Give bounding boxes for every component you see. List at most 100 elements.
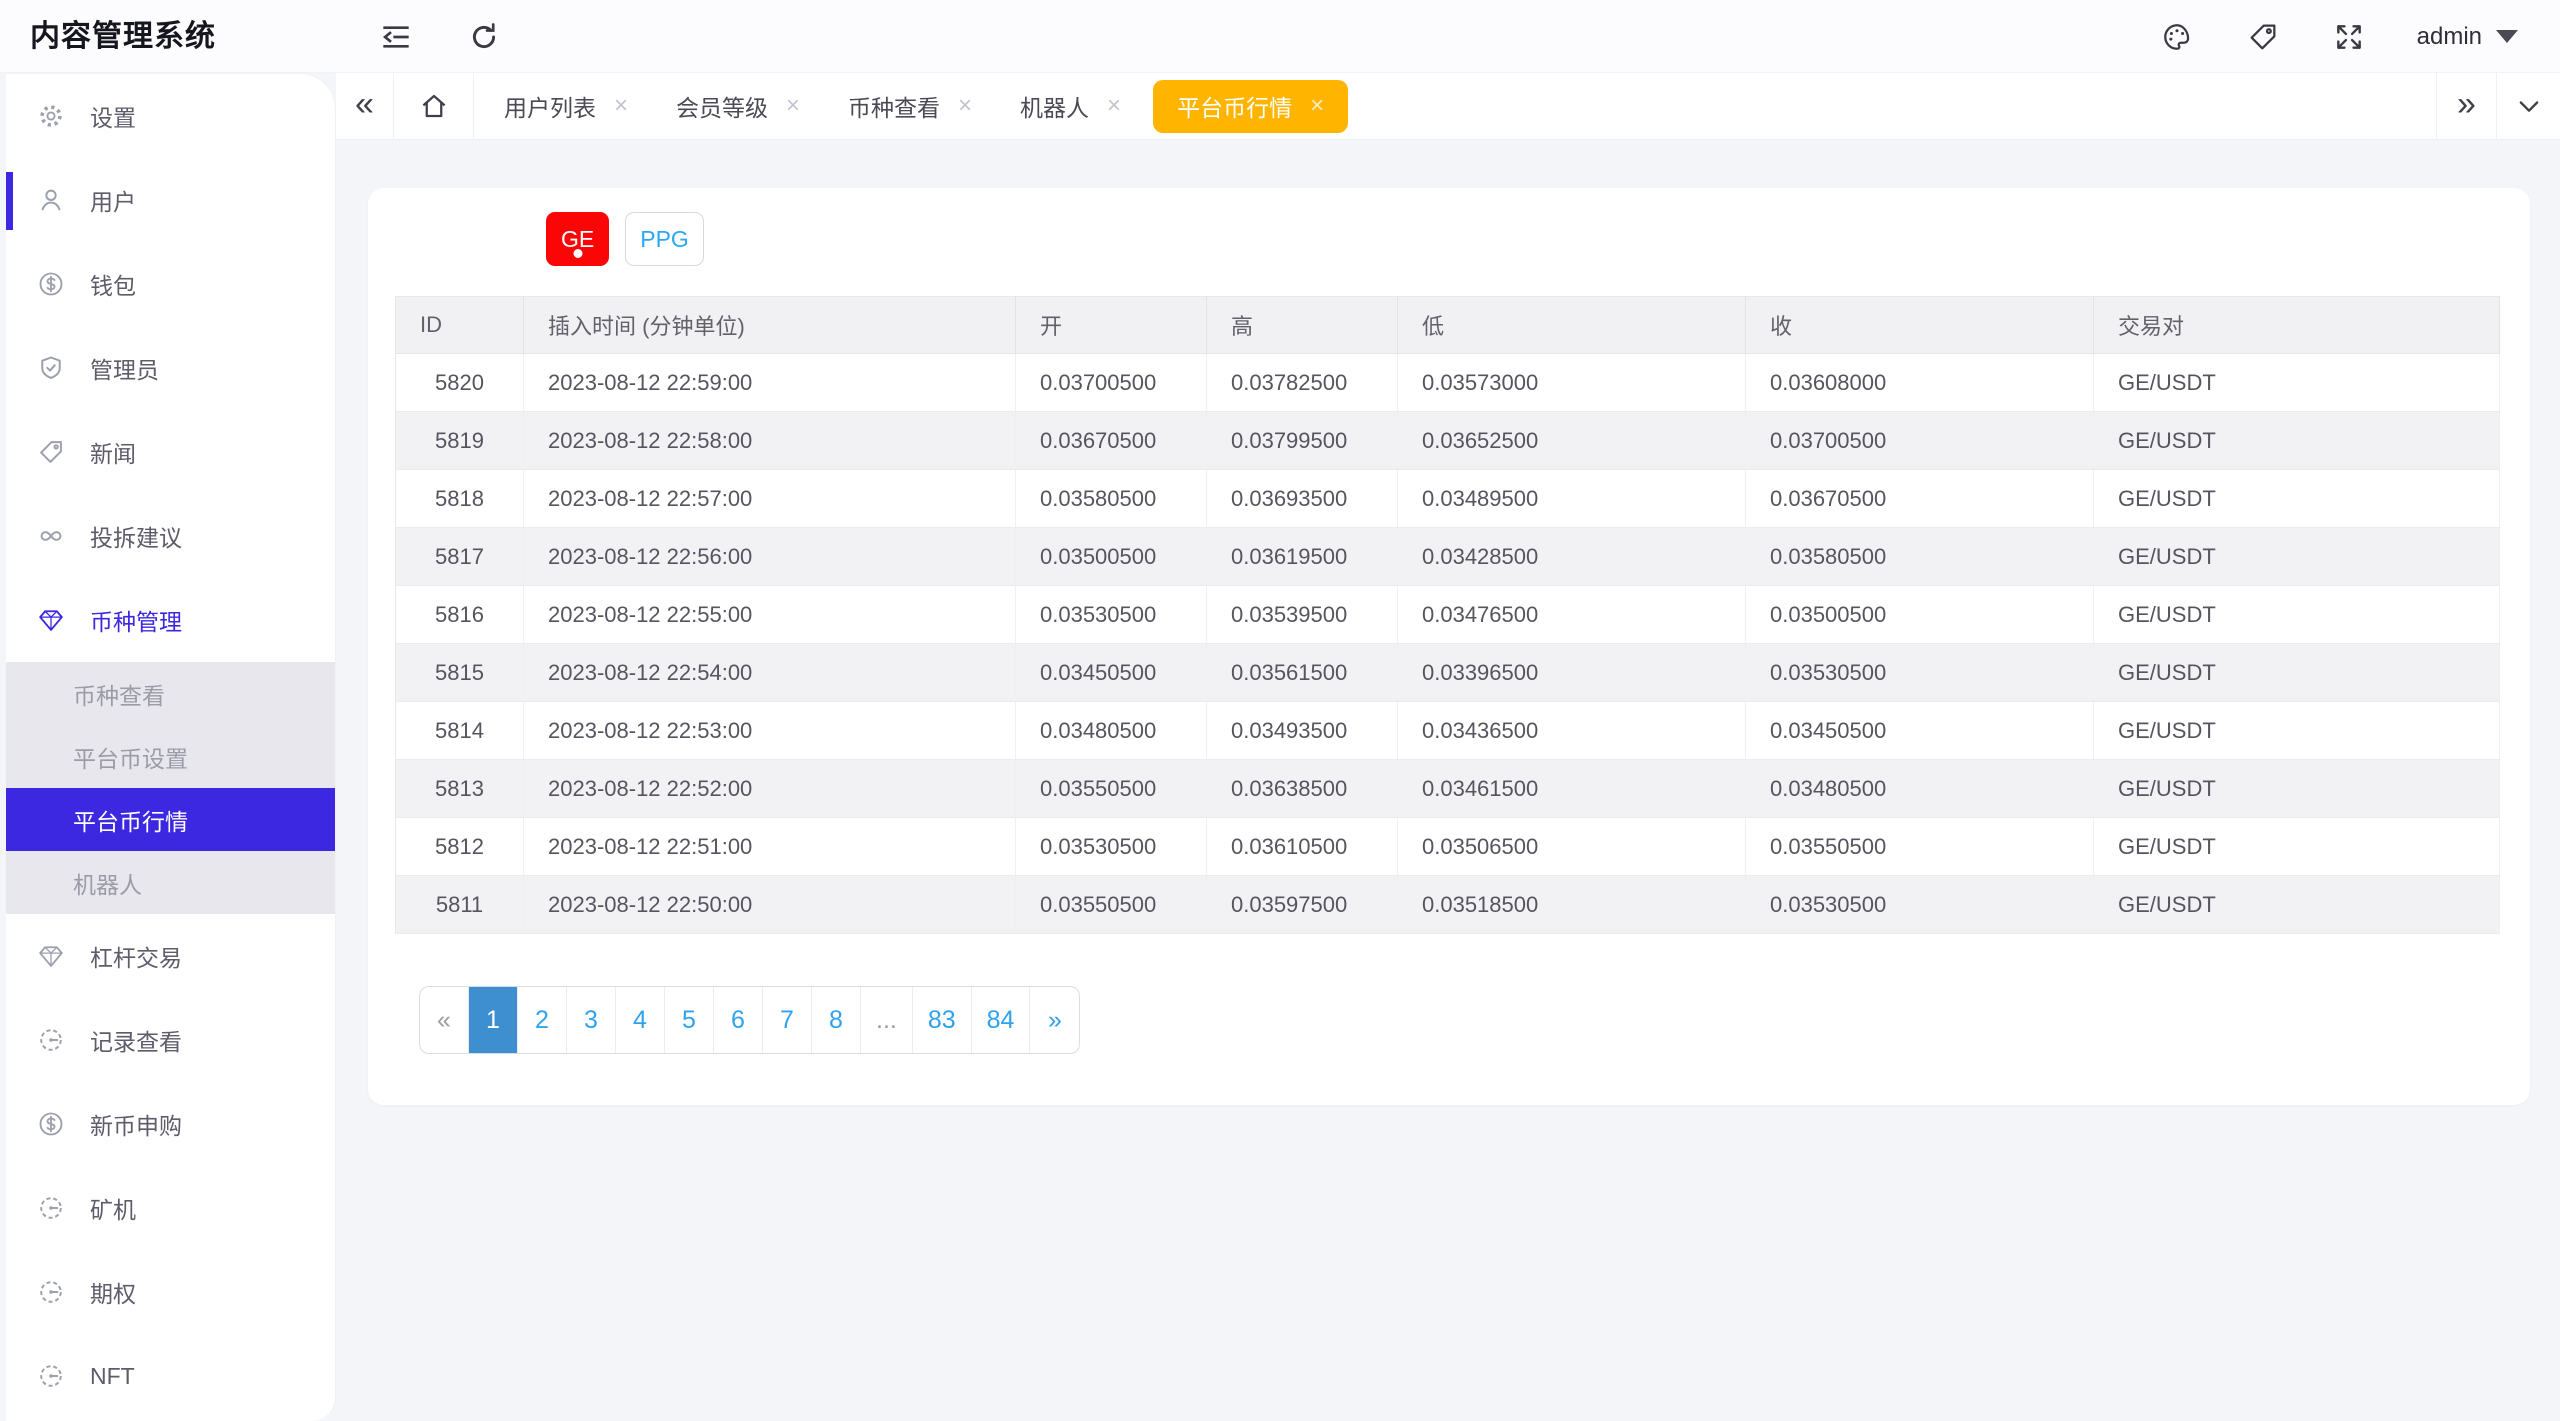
tabs-scroll-right-icon[interactable]: » (2436, 72, 2496, 140)
fullscreen-icon[interactable] (2331, 19, 2367, 55)
cell-id: 5814 (395, 701, 524, 760)
sidebar-item-coin-manage[interactable]: 币种管理 (6, 578, 335, 662)
cell-close: 0.03530500 (1745, 875, 2094, 934)
tab-user-list[interactable]: 用户列表 × (480, 73, 652, 140)
cell-close: 0.03530500 (1745, 643, 2094, 702)
tab-strip: « 用户列表 × 会员等级 × 币种查看 × 机器人 × 平台币行情 × » (336, 72, 2560, 140)
pagination: «1 2 3 4 5 6 7 8... 83 84» (419, 986, 1081, 1054)
pagination-page-1[interactable]: 1 (469, 987, 518, 1053)
cell-id: 5820 (395, 353, 524, 412)
cell-time: 2023-08-12 22:55:00 (523, 585, 1016, 644)
pagination-page-8[interactable]: 8 (812, 987, 861, 1053)
close-icon[interactable]: × (614, 94, 628, 118)
dollar-circle-icon (36, 269, 66, 299)
cell-close: 0.03500500 (1745, 585, 2094, 644)
palette-icon[interactable] (2159, 19, 2195, 55)
tab-label: 机器人 (1020, 95, 1090, 121)
sidebar-item-feedback[interactable]: 投拆建议 (6, 494, 335, 578)
sidebar-subitem-platform-coin-market[interactable]: 平台币行情 (6, 788, 335, 851)
cell-open: 0.03450500 (1015, 643, 1207, 702)
tab-coin-view[interactable]: 币种查看 × (824, 73, 996, 140)
pagination-ellipsis: ... (861, 987, 913, 1053)
cell-open: 0.03550500 (1015, 875, 1207, 934)
sidebar-item-news[interactable]: 新闻 (6, 410, 335, 494)
sidebar-item-settings[interactable]: 设置 (6, 74, 335, 158)
sidebar-item-new-coin-subscribe[interactable]: 新币申购 (6, 1082, 335, 1166)
pagination-page-84[interactable]: 84 (972, 987, 1031, 1053)
user-menu[interactable]: admin (2417, 23, 2518, 51)
close-icon[interactable]: × (786, 94, 800, 118)
sidebar-item-label: 期权 (90, 1281, 136, 1307)
gauge-icon (36, 1277, 66, 1307)
sidebar-item-nft[interactable]: NFT (6, 1334, 335, 1418)
cell-id: 5811 (395, 875, 524, 934)
close-icon[interactable]: × (1310, 94, 1324, 118)
col-header-open: 开 (1015, 296, 1207, 354)
submenu-item-label: 币种查看 (73, 682, 165, 709)
cell-open: 0.03580500 (1015, 469, 1207, 528)
sidebar-item-label: 记录查看 (90, 1029, 182, 1055)
tab-platform-coin-market[interactable]: 平台币行情 × (1153, 79, 1349, 133)
cell-time: 2023-08-12 22:58:00 (523, 411, 1016, 470)
cell-high: 0.03782500 (1206, 353, 1398, 412)
sidebar-subitem-robot[interactable]: 机器人 (6, 851, 335, 914)
open-tabs: 用户列表 × 会员等级 × 币种查看 × 机器人 × 平台币行情 × (474, 73, 1356, 140)
sidebar-item-leverage-trade[interactable]: 杠杆交易 (6, 914, 335, 998)
pagination-page-3[interactable]: 3 (567, 987, 616, 1053)
pagination-page-83[interactable]: 83 (913, 987, 972, 1053)
user-name: admin (2416, 22, 2482, 50)
cell-time: 2023-08-12 22:53:00 (523, 701, 1016, 760)
tabs-menu-chevron-down-icon[interactable] (2496, 72, 2560, 140)
sidebar-item-admins[interactable]: 管理员 (6, 326, 335, 410)
refresh-icon[interactable] (466, 19, 502, 55)
sidebar-subitem-coin-view[interactable]: 币种查看 (6, 662, 335, 725)
content-card: GE PPG ID 插入时间 (分钟单位) 开高低收交易对 5820 2023-08-1… (368, 188, 2530, 1105)
table-row: 5811 2023-08-12 22:50:00 0.03550500 0.03597… (395, 875, 2500, 934)
tabs-scroll-left-icon[interactable]: « (336, 72, 394, 140)
sidebar-item-label: 投拆建议 (90, 525, 182, 551)
cell-close: 0.03580500 (1745, 527, 2094, 586)
sidebar-item-users[interactable]: 用户 (6, 158, 335, 242)
submenu-item-label: 机器人 (73, 871, 142, 898)
submenu-coin-manage: 币种查看平台币设置平台币行情机器人 (6, 662, 335, 914)
pagination-prev[interactable]: « (420, 987, 469, 1053)
submenu-item-label: 平台币设置 (73, 745, 188, 772)
cell-time: 2023-08-12 22:56:00 (523, 527, 1016, 586)
gear-icon (36, 101, 66, 131)
cell-id: 5817 (395, 527, 524, 586)
sidebar-item-records-view[interactable]: 记录查看 (6, 998, 335, 1082)
cell-low: 0.03652500 (1397, 411, 1746, 470)
sidebar-item-miner[interactable]: 矿机 (6, 1166, 335, 1250)
shield-check-icon (36, 353, 66, 383)
tab-robot[interactable]: 机器人 × (996, 73, 1145, 140)
close-icon[interactable]: × (1107, 94, 1121, 118)
cell-time: 2023-08-12 22:50:00 (523, 875, 1016, 934)
tag-icon[interactable] (2245, 19, 2281, 55)
cell-pair: GE/USDT (2093, 353, 2500, 412)
pagination-next[interactable]: » (1030, 987, 1079, 1053)
coin-pair-switcher: GE PPG (546, 212, 704, 266)
home-icon[interactable] (394, 72, 474, 140)
coin-tab-ppg[interactable]: PPG (625, 212, 704, 266)
pagination-page-6[interactable]: 6 (714, 987, 763, 1053)
sidebar-item-options[interactable]: 期权 (6, 1250, 335, 1334)
pagination-page-5[interactable]: 5 (665, 987, 714, 1053)
tab-member-level[interactable]: 会员等级 × (652, 73, 824, 140)
cell-close: 0.03550500 (1745, 817, 2094, 876)
table-row: 5820 2023-08-12 22:59:00 0.03700500 0.03782… (395, 353, 2500, 412)
close-icon[interactable]: × (958, 94, 972, 118)
cell-open: 0.03480500 (1015, 701, 1207, 760)
menu-fold-icon[interactable] (378, 19, 414, 55)
cell-low: 0.03573000 (1397, 353, 1746, 412)
pagination-page-4[interactable]: 4 (616, 987, 665, 1053)
sidebar-item-wallet[interactable]: 钱包 (6, 242, 335, 326)
cell-low: 0.03489500 (1397, 469, 1746, 528)
coin-tab-ge[interactable]: GE (546, 212, 610, 266)
cell-open: 0.03550500 (1015, 759, 1207, 818)
pagination-page-7[interactable]: 7 (763, 987, 812, 1053)
cell-time: 2023-08-12 22:54:00 (523, 643, 1016, 702)
cell-low: 0.03396500 (1397, 643, 1746, 702)
pagination-page-2[interactable]: 2 (518, 987, 567, 1053)
sidebar-subitem-platform-coin-settings[interactable]: 平台币设置 (6, 725, 335, 788)
table-row: 5818 2023-08-12 22:57:00 0.03580500 0.03693… (395, 469, 2500, 528)
